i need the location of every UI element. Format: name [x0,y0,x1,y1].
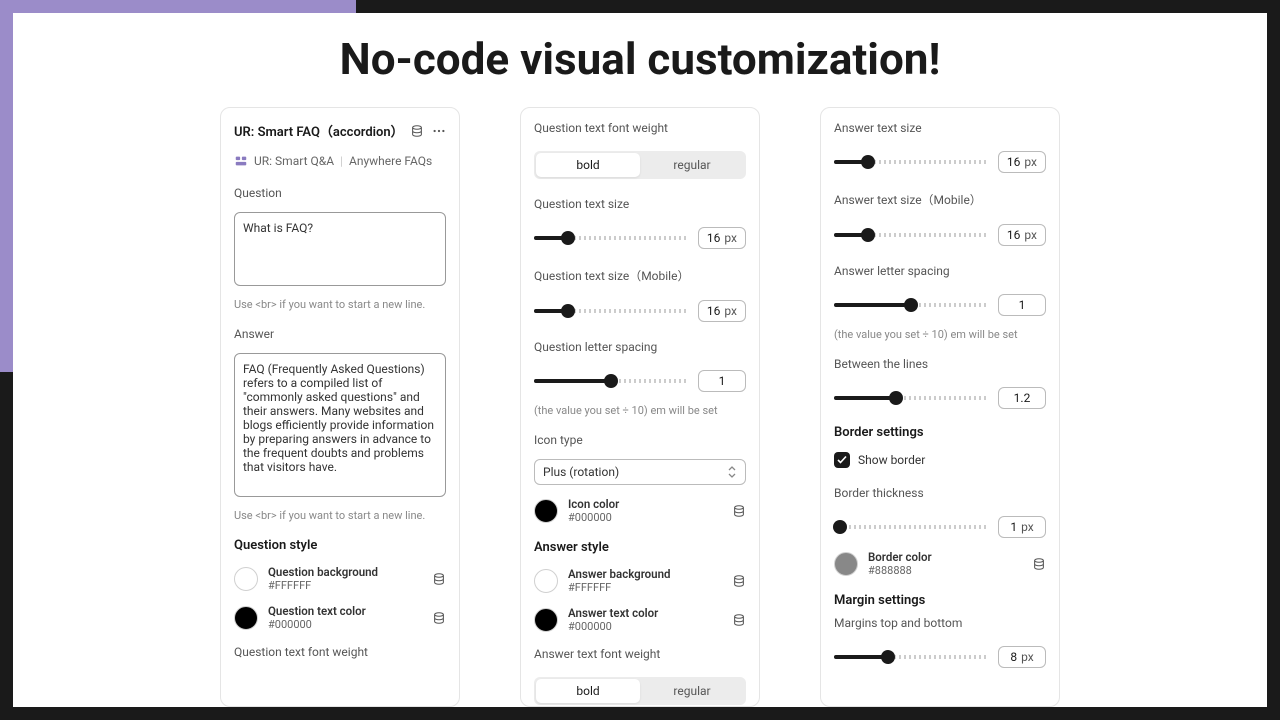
answer-color-row[interactable]: Answer text color #000000 [534,606,746,633]
database-icon[interactable] [732,574,746,588]
page-title: No-code visual customization! [13,33,1267,85]
answer-helper: Use <br> if you want to start a new line… [234,509,446,522]
segment-bold[interactable]: bold [536,679,640,703]
panel-left: UR: Smart FAQ（accordion） UR: Smart Q&A |… [220,107,460,707]
q-font-weight-toggle[interactable]: bold regular [534,151,746,179]
answer-bg-row[interactable]: Answer background #FFFFFF [534,567,746,594]
block-title: UR: Smart FAQ（accordion） [234,121,404,140]
q-size-m-slider[interactable] [534,309,688,313]
q-spacing-input[interactable]: 1 [698,370,746,392]
segment-regular[interactable]: regular [640,153,744,177]
question-color-row[interactable]: Question text color #000000 [234,604,446,631]
swatch-black [534,499,558,523]
database-icon[interactable] [432,572,446,586]
database-icon[interactable] [732,613,746,627]
margin-slider[interactable] [834,655,988,659]
app-icon [234,154,248,168]
a-size-input[interactable]: 16px [998,151,1046,173]
question-label: Question [234,186,446,200]
show-border-checkbox[interactable] [834,452,850,468]
line-input[interactable]: 1.2 [998,387,1046,409]
chevron-updown-icon [727,466,737,478]
segment-bold[interactable]: bold [536,153,640,177]
swatch-gray [834,552,858,576]
a-spacing-slider[interactable] [834,303,988,307]
a-size-m-slider[interactable] [834,233,988,237]
q-spacing-slider[interactable] [534,379,688,383]
swatch-black [234,606,258,630]
database-icon[interactable] [432,611,446,625]
border-color-row[interactable]: Border color #888888 [834,550,1046,577]
database-icon[interactable] [732,504,746,518]
q-size-input[interactable]: 16px [698,227,746,249]
question-bg-row[interactable]: Question background #FFFFFF [234,565,446,592]
q-size-m-input[interactable]: 16px [698,300,746,322]
answer-input[interactable] [234,353,446,497]
q-size-slider[interactable] [534,236,688,240]
line-slider[interactable] [834,396,988,400]
answer-label: Answer [234,327,446,341]
swatch-white [534,569,558,593]
question-input[interactable] [234,212,446,286]
border-thick-slider[interactable] [834,525,988,529]
icon-type-select[interactable]: Plus (rotation) [534,459,746,485]
database-icon[interactable] [1032,557,1046,571]
border-thick-input[interactable]: 1px [998,516,1046,538]
question-helper: Use <br> if you want to start a new line… [234,298,446,311]
swatch-black [534,608,558,632]
margin-input[interactable]: 8px [998,646,1046,668]
q-font-weight-label-cut: Question text font weight [234,645,446,659]
panel-middle: Question text font weight bold regular Q… [520,107,760,707]
a-spacing-input[interactable]: 1 [998,294,1046,316]
a-font-weight-toggle[interactable]: bold regular [534,677,746,705]
question-style-title: Question style [234,538,446,553]
database-icon[interactable] [410,124,424,138]
swatch-white [234,567,258,591]
panel-right: Answer text size 16px Answer text size（M… [820,107,1060,707]
icon-color-row[interactable]: Icon color #000000 [534,497,746,524]
segment-regular[interactable]: regular [640,679,744,703]
a-size-slider[interactable] [834,160,988,164]
a-size-m-input[interactable]: 16px [998,224,1046,246]
block-subtitle: UR: Smart Q&A | Anywhere FAQs [234,154,446,168]
more-icon[interactable] [432,124,446,138]
